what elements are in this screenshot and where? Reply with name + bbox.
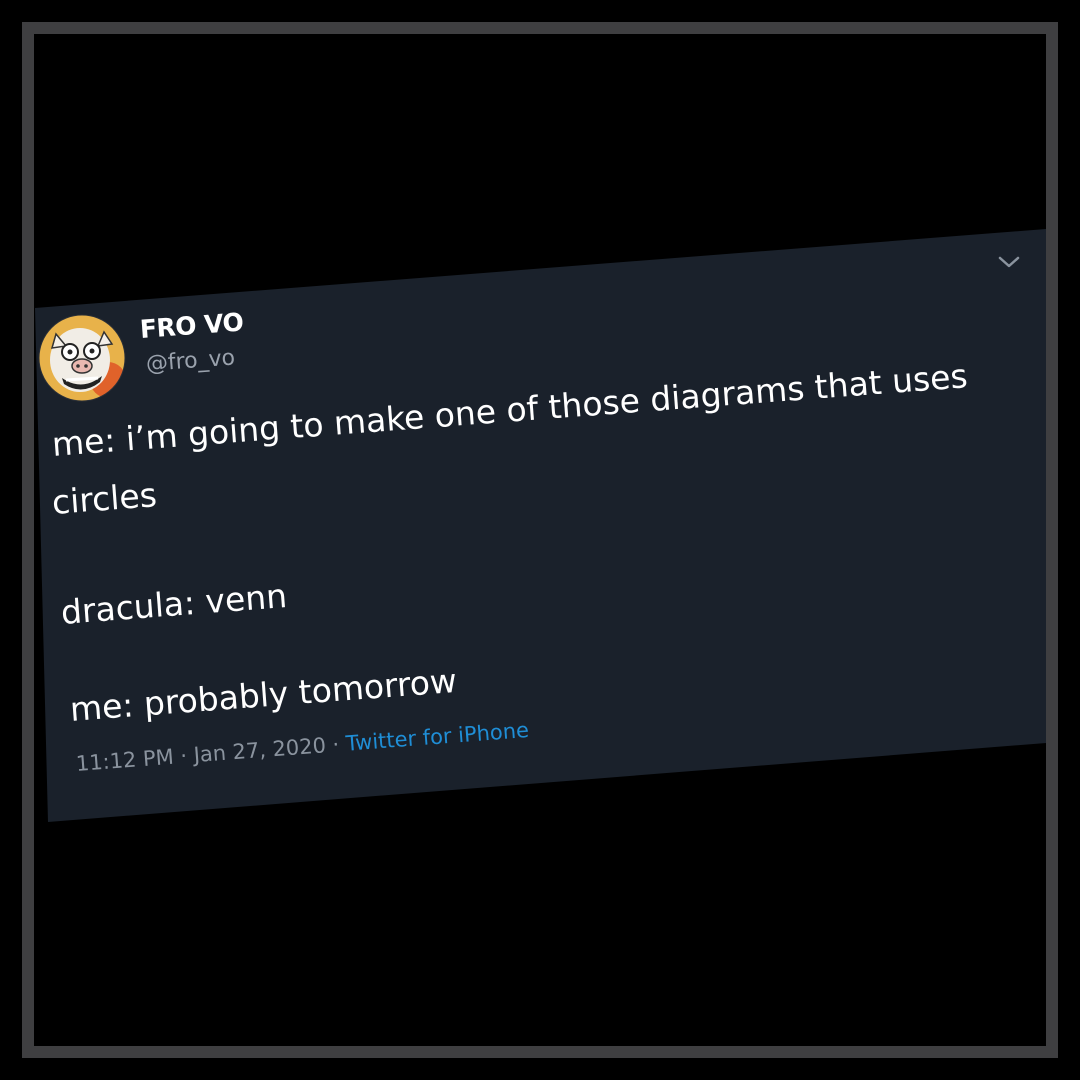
tweet-card — [35, 229, 1046, 822]
tweet-text-line-2: circles — [50, 475, 159, 522]
avatar[interactable] — [38, 314, 126, 402]
chevron-down-icon[interactable] — [996, 253, 1022, 271]
separator: · — [172, 743, 195, 769]
separator: · — [324, 731, 347, 758]
